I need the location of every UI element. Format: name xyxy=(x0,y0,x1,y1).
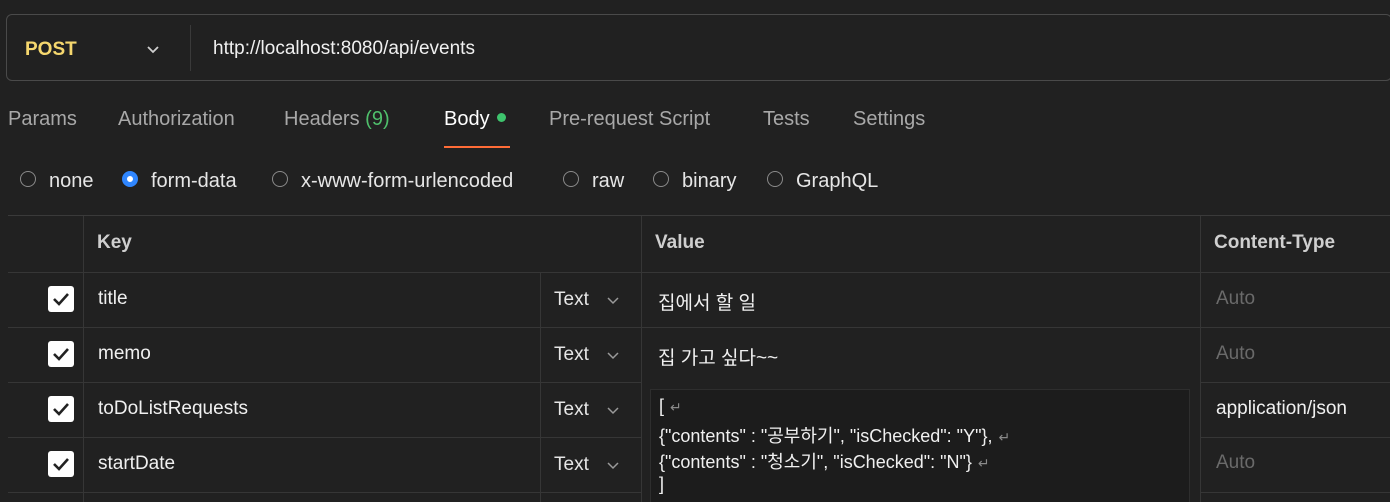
active-tab-underline xyxy=(444,146,510,148)
body-active-dot-icon xyxy=(496,113,506,122)
row-value[interactable]: 집 가고 싶다~~ xyxy=(658,343,778,370)
tab-pre-request-script[interactable]: Pre-request Script xyxy=(549,108,710,131)
row-type-selector[interactable]: Text xyxy=(554,289,589,311)
radio-circle-icon xyxy=(20,171,36,187)
column-header-value: Value xyxy=(655,232,705,253)
url-input[interactable]: http://localhost:8080/api/events xyxy=(213,38,475,60)
headers-count-badge: (9) xyxy=(365,108,390,130)
radio-circle-icon xyxy=(767,171,783,187)
divider xyxy=(1200,382,1390,383)
tab-authorization[interactable]: Authorization xyxy=(118,108,235,131)
json-line: [↵ xyxy=(659,396,682,417)
radio-label: none xyxy=(49,170,94,192)
chevron-down-icon[interactable] xyxy=(145,41,161,57)
json-value-editor[interactable]: [↵ {"contents" : "공부하기", "isChecked": "Y… xyxy=(650,389,1190,502)
chevron-down-icon[interactable] xyxy=(606,458,620,472)
tab-headers[interactable]: Headers (9) xyxy=(284,108,390,131)
divider xyxy=(190,25,191,71)
radio-label: binary xyxy=(682,170,737,192)
tab-body-label: Body xyxy=(444,108,490,130)
json-line-text: {"contents" : "청소기", "isChecked": "N"} xyxy=(659,452,972,472)
row-type-selector[interactable]: Text xyxy=(554,399,589,421)
divider xyxy=(8,382,642,383)
return-icon: ↵ xyxy=(977,455,990,471)
tab-settings[interactable]: Settings xyxy=(853,108,925,131)
checkmark-icon xyxy=(53,293,69,306)
json-line-text: {"contents" : "공부하기", "isChecked": "Y"}, xyxy=(659,426,993,446)
json-line: ] xyxy=(659,474,664,495)
radio-circle-icon xyxy=(653,171,669,187)
row-key[interactable]: toDoListRequests xyxy=(98,398,248,420)
return-icon: ↵ xyxy=(670,399,682,415)
row-checkbox[interactable] xyxy=(48,396,74,422)
divider xyxy=(8,492,642,493)
row-checkbox[interactable] xyxy=(48,286,74,312)
divider xyxy=(540,272,541,502)
divider xyxy=(8,272,1390,273)
row-key[interactable]: startDate xyxy=(98,453,175,475)
divider xyxy=(1200,492,1390,493)
tab-headers-label: Headers xyxy=(284,108,360,130)
checkmark-icon xyxy=(53,403,69,416)
chevron-down-icon[interactable] xyxy=(606,403,620,417)
chevron-down-icon[interactable] xyxy=(606,348,620,362)
column-header-content-type: Content-Type xyxy=(1214,232,1336,253)
return-icon: ↵ xyxy=(998,429,1011,445)
tab-params[interactable]: Params xyxy=(8,108,77,131)
divider xyxy=(8,327,1390,328)
radio-label: form-data xyxy=(151,170,237,192)
divider xyxy=(1200,437,1390,438)
radio-label: raw xyxy=(592,170,625,192)
json-line: {"contents" : "청소기", "isChecked": "N"} ↵ xyxy=(659,448,990,474)
row-checkbox[interactable] xyxy=(48,451,74,477)
row-checkbox[interactable] xyxy=(48,341,74,367)
divider xyxy=(641,216,642,502)
checkmark-icon xyxy=(53,458,69,471)
row-content-type[interactable]: Auto xyxy=(1216,452,1255,474)
row-type-selector[interactable]: Text xyxy=(554,344,589,366)
divider xyxy=(83,216,84,502)
tab-tests[interactable]: Tests xyxy=(763,108,810,131)
chevron-down-icon[interactable] xyxy=(606,293,620,307)
radio-label: GraphQL xyxy=(796,170,879,192)
row-content-type[interactable]: application/json xyxy=(1216,398,1347,420)
divider xyxy=(8,437,642,438)
radio-selected-icon xyxy=(122,171,138,187)
radio-circle-icon xyxy=(272,171,288,187)
row-value[interactable]: 집에서 할 일 xyxy=(658,288,756,315)
json-line-text: [ xyxy=(659,396,665,416)
postman-request-editor: POST http://localhost:8080/api/events Pa… xyxy=(0,0,1390,502)
divider xyxy=(1200,216,1201,502)
json-line: {"contents" : "공부하기", "isChecked": "Y"},… xyxy=(659,422,1010,448)
row-type-selector[interactable]: Text xyxy=(554,454,589,476)
row-content-type[interactable]: Auto xyxy=(1216,343,1255,365)
radio-circle-icon xyxy=(563,171,579,187)
request-url-bar: POST http://localhost:8080/api/events xyxy=(6,14,1390,81)
tab-body[interactable]: Body xyxy=(444,108,506,131)
radio-label: x-www-form-urlencoded xyxy=(301,170,514,192)
row-content-type[interactable]: Auto xyxy=(1216,288,1255,310)
row-key[interactable]: memo xyxy=(98,343,151,365)
row-key[interactable]: title xyxy=(98,288,128,310)
method-selector[interactable]: POST xyxy=(25,39,77,61)
checkmark-icon xyxy=(53,348,69,361)
form-data-table: Key Value Content-Type title Text 집에서 할 … xyxy=(8,215,1390,502)
column-header-key: Key xyxy=(97,232,132,253)
json-line-text: ] xyxy=(659,474,665,494)
